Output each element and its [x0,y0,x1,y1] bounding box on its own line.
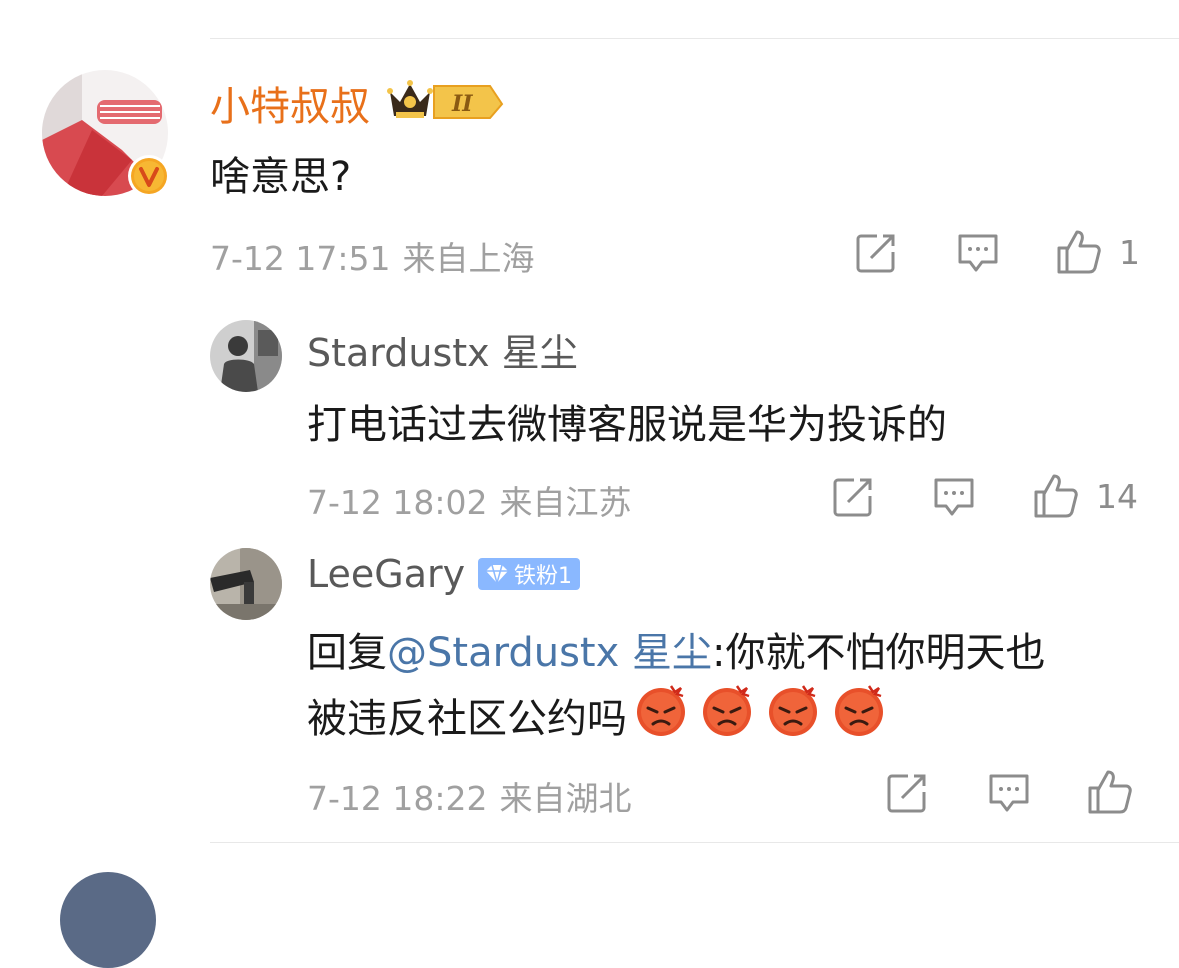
like-icon [1057,230,1101,274]
share-icon [856,234,895,273]
like-icon [1088,770,1132,814]
angry-emoji-icon [699,682,755,748]
like-button[interactable]: 1 [1055,228,1140,276]
like-icon [1034,474,1078,518]
angry-emoji-icon [765,682,821,748]
svg-text:II: II [451,91,473,117]
comment-meta: 7-12 17:51 来自上海 [210,232,535,280]
avatar[interactable] [60,872,156,968]
username[interactable]: 小特叔叔 [210,74,370,132]
top-divider [210,38,1179,39]
comment-meta: 7-12 18:02 来自江苏 [307,476,632,524]
comment-text: :你就不怕你明天也 [711,630,1046,676]
location: 来自江苏 [499,483,632,522]
comment-text-line2: 被违反社区公约吗 [307,682,887,748]
comment-text: 打电话过去微博客服说是华为投诉的 [307,402,947,448]
reply-button[interactable] [932,476,976,518]
reply-button[interactable] [956,232,1000,274]
like-count: 1 [1119,232,1140,272]
comment-meta: 7-12 18:22 来自湖北 [307,772,632,820]
like-count: 14 [1096,476,1138,516]
share-icon [833,478,872,517]
comment-icon [989,774,1029,812]
share-icon [887,774,926,813]
comment-icon [934,478,974,516]
comment-text-line1: 回复@Stardustx 星尘:你就不怕你明天也 [307,620,1045,678]
share-button[interactable] [886,772,928,814]
reply-button[interactable] [987,772,1031,814]
share-button[interactable] [832,476,874,518]
angry-emoji-icon [831,682,887,748]
reply-prefix: 回复 [307,630,387,676]
timestamp: 7-12 18:02 [307,483,488,522]
share-button[interactable] [855,232,897,274]
diamond-icon [486,564,508,585]
location: 来自上海 [402,239,535,278]
location: 来自湖北 [499,779,632,818]
timestamp: 7-12 17:51 [210,239,391,278]
fan-badge-label: 铁粉1 [514,564,572,589]
timestamp: 7-12 18:22 [307,779,488,818]
comment-text: 被违反社区公约吗 [307,696,627,742]
comment-icon [958,234,998,272]
username[interactable]: Stardustx 星尘 [307,322,578,377]
like-button[interactable] [1086,768,1134,816]
avatar[interactable] [210,548,282,620]
bottom-divider [210,842,1179,843]
mention-link[interactable]: @Stardustx 星尘 [387,630,712,676]
username[interactable]: LeeGary [307,552,465,596]
fan-badge[interactable]: 铁粉1 [478,558,580,590]
verified-v-icon [128,155,170,197]
like-button[interactable]: 14 [1032,472,1138,520]
angry-emoji-icon [633,682,689,748]
comment-text: 啥意思? [210,154,352,200]
vip-crown-icon[interactable]: II [386,78,504,126]
avatar[interactable] [210,320,282,392]
